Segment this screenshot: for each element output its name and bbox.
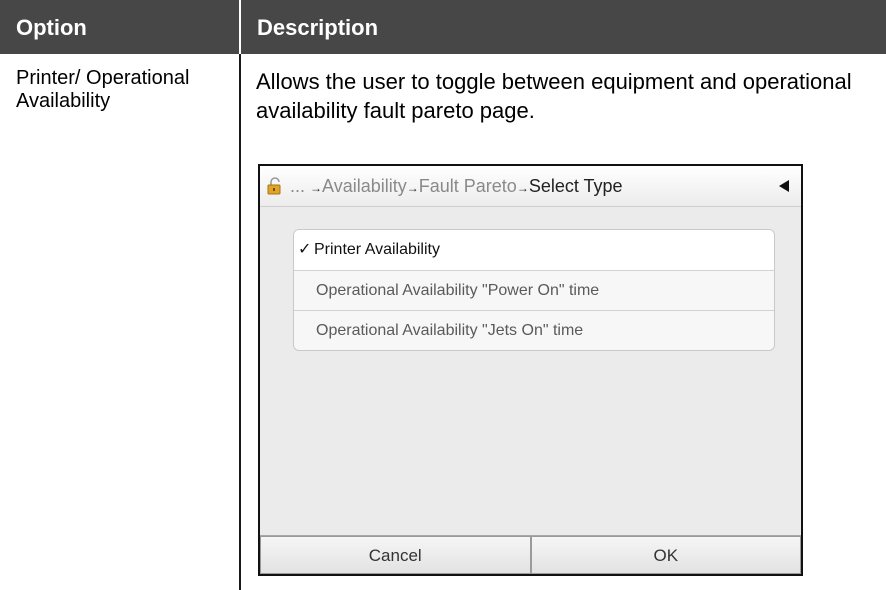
breadcrumb-arrow-icon: → xyxy=(406,181,419,195)
option-label: Operational Availability "Power On" time xyxy=(316,282,600,299)
ok-button[interactable]: OK xyxy=(530,536,801,574)
breadcrumb-item-fault-pareto[interactable]: Fault Pareto xyxy=(419,176,517,196)
header-option: Option xyxy=(16,15,87,40)
option-printer-availability[interactable]: ✓ Printer Availability xyxy=(294,230,774,270)
header-divider xyxy=(239,0,241,54)
header-description: Description xyxy=(257,15,379,40)
breadcrumb-current: Select Type xyxy=(528,176,623,196)
table-header-row: Option Description xyxy=(0,0,886,54)
cancel-button[interactable]: Cancel xyxy=(260,536,531,574)
option-power-on-time[interactable]: Operational Availability "Power On" time xyxy=(294,270,774,310)
column-divider xyxy=(239,54,241,590)
description-cell: Allows the user to toggle between equipm… xyxy=(256,69,852,123)
back-triangle-icon[interactable] xyxy=(779,180,789,192)
breadcrumb-ellipsis[interactable]: ... xyxy=(290,176,305,196)
option-label: Printer Availability xyxy=(314,241,440,258)
breadcrumb-item-availability[interactable]: Availability xyxy=(322,176,407,196)
document-page: Option Description Printer/ Operational … xyxy=(0,0,886,590)
lock-icon[interactable] xyxy=(266,177,284,195)
device-screen: ... →Availability→Fault Pareto→Select Ty… xyxy=(258,164,803,576)
breadcrumb-bar: ... →Availability→Fault Pareto→Select Ty… xyxy=(260,166,801,207)
option-jets-on-time[interactable]: Operational Availability "Jets On" time xyxy=(294,310,774,350)
check-icon: ✓ xyxy=(298,241,312,258)
breadcrumb-arrow-icon: → xyxy=(516,181,529,195)
breadcrumb-arrow-icon: → xyxy=(310,181,323,195)
breadcrumb: ... →Availability→Fault Pareto→Select Ty… xyxy=(290,166,623,208)
dialog-footer: Cancel OK xyxy=(260,535,801,574)
type-option-list: ✓ Printer Availability Operational Availa… xyxy=(293,229,775,351)
option-label: Operational Availability "Jets On" time xyxy=(316,322,584,339)
option-cell: Printer/ Operational Availability xyxy=(16,67,190,112)
